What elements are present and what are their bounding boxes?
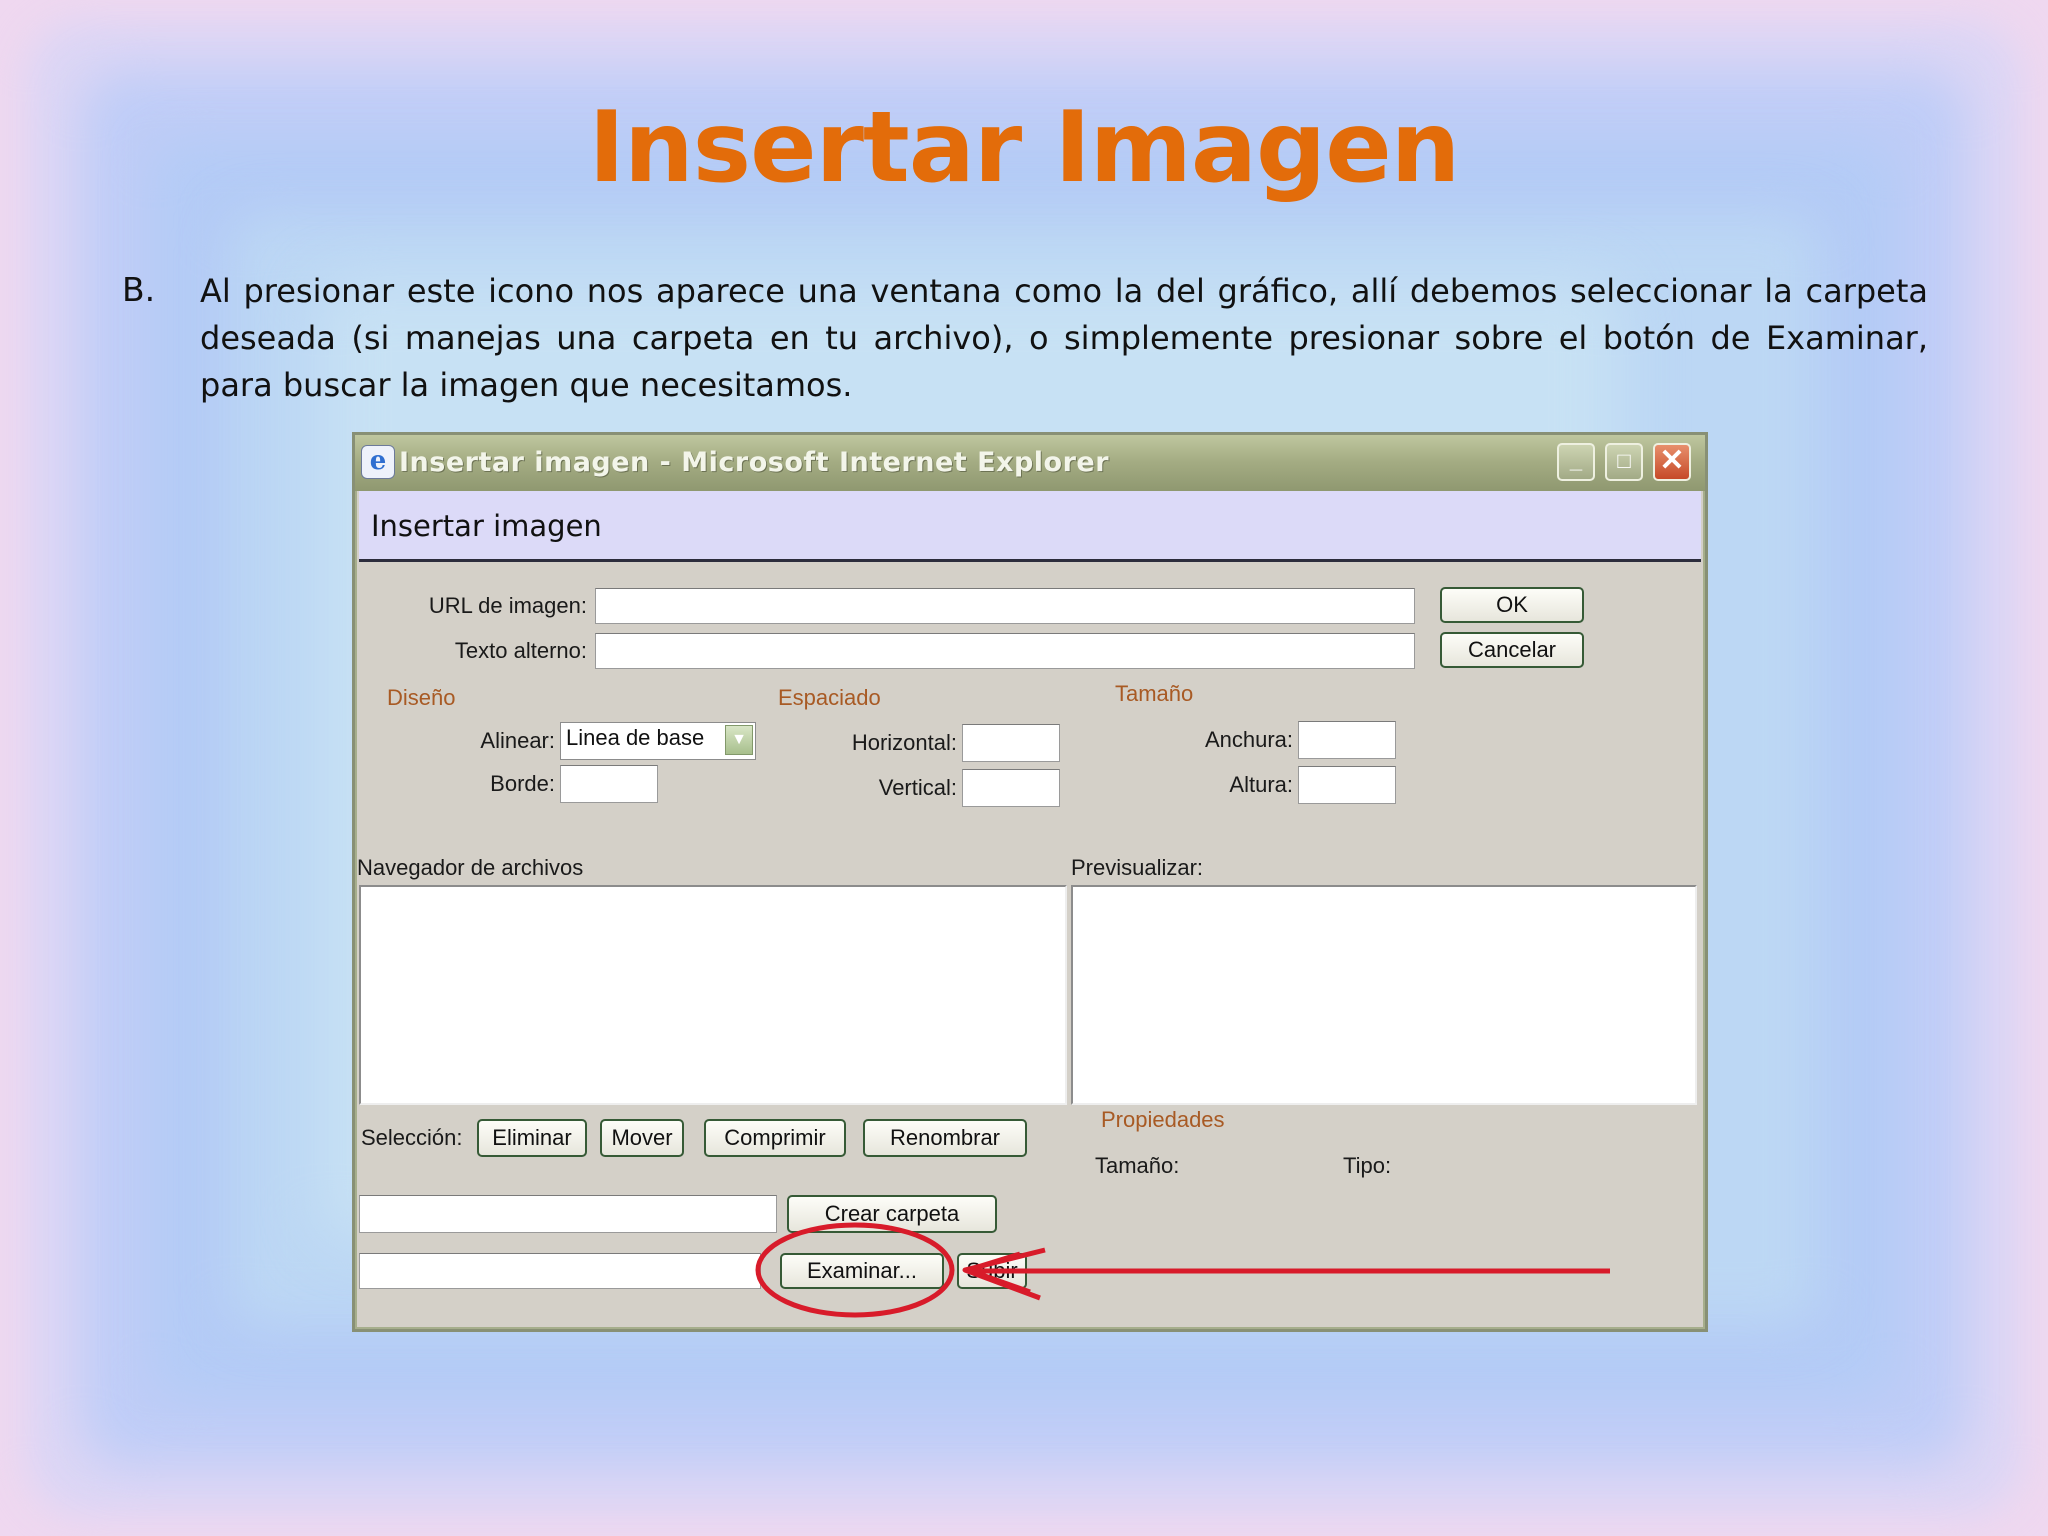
align-select-value: Linea de base <box>566 725 705 750</box>
compress-button[interactable]: Comprimir <box>704 1119 846 1157</box>
window-title: Insertar imagen - Microsoft Internet Exp… <box>399 447 1110 478</box>
spacing-section-label: Espaciado <box>778 685 881 710</box>
alt-text-label: Texto alterno: <box>454 638 587 663</box>
height-input[interactable] <box>1298 766 1396 804</box>
ok-button[interactable]: OK <box>1440 587 1584 623</box>
dialog-header: Insertar imagen <box>359 491 1701 562</box>
alt-text-input[interactable] <box>595 633 1415 669</box>
browse-button[interactable]: Examinar... <box>780 1253 944 1289</box>
bullet-marker: B. <box>122 270 156 309</box>
cancel-button[interactable]: Cancelar <box>1440 632 1584 668</box>
width-input[interactable] <box>1298 721 1396 759</box>
selection-label: Selección: <box>361 1125 463 1150</box>
maximize-button[interactable]: □ <box>1605 443 1643 481</box>
rename-button[interactable]: Renombrar <box>863 1119 1027 1157</box>
minimize-button[interactable]: _ <box>1557 443 1595 481</box>
dialog-title: Insertar imagen <box>371 509 602 543</box>
design-section-label: Diseño <box>387 685 456 710</box>
preview-label: Previsualizar: <box>1071 855 1204 880</box>
properties-size-label: Tamaño: <box>1095 1153 1180 1178</box>
vertical-input[interactable] <box>962 769 1060 807</box>
move-button[interactable]: Mover <box>600 1119 684 1157</box>
url-label: URL de imagen: <box>428 593 587 618</box>
height-label: Altura: <box>1229 772 1293 797</box>
border-label: Borde: <box>490 771 555 796</box>
align-label: Alinear: <box>480 728 555 753</box>
size-section-label: Tamaño <box>1115 681 1194 706</box>
delete-button[interactable]: Eliminar <box>477 1119 587 1157</box>
vertical-label: Vertical: <box>878 775 957 800</box>
slide-title: Insertar Imagen <box>588 91 1461 205</box>
chevron-down-icon[interactable]: ▼ <box>725 725 753 755</box>
file-browser-label: Navegador de archivos <box>357 855 584 880</box>
window-titlebar[interactable]: e Insertar imagen - Microsoft Internet E… <box>355 435 1705 491</box>
horizontal-label: Horizontal: <box>851 730 957 755</box>
internet-explorer-icon: e <box>361 445 395 479</box>
align-select[interactable]: Linea de base ▼ <box>560 722 756 760</box>
width-label: Anchura: <box>1204 727 1293 752</box>
bullet-text: Al presionar este icono nos aparece una … <box>200 272 1928 404</box>
file-browser-panel[interactable] <box>359 885 1067 1105</box>
new-folder-input[interactable] <box>359 1195 777 1233</box>
url-input[interactable] <box>595 588 1415 624</box>
upload-path-input[interactable] <box>359 1253 761 1289</box>
preview-panel <box>1071 885 1697 1105</box>
properties-section-label: Propiedades <box>1101 1107 1225 1132</box>
horizontal-input[interactable] <box>962 724 1060 762</box>
insert-image-window: e Insertar imagen - Microsoft Internet E… <box>352 432 1708 1332</box>
create-folder-button[interactable]: Crear carpeta <box>787 1195 997 1233</box>
border-input[interactable] <box>560 765 658 803</box>
properties-type-label: Tipo: <box>1343 1153 1392 1178</box>
upload-button[interactable]: Subir <box>957 1253 1027 1289</box>
close-button[interactable]: ✕ <box>1653 443 1691 481</box>
